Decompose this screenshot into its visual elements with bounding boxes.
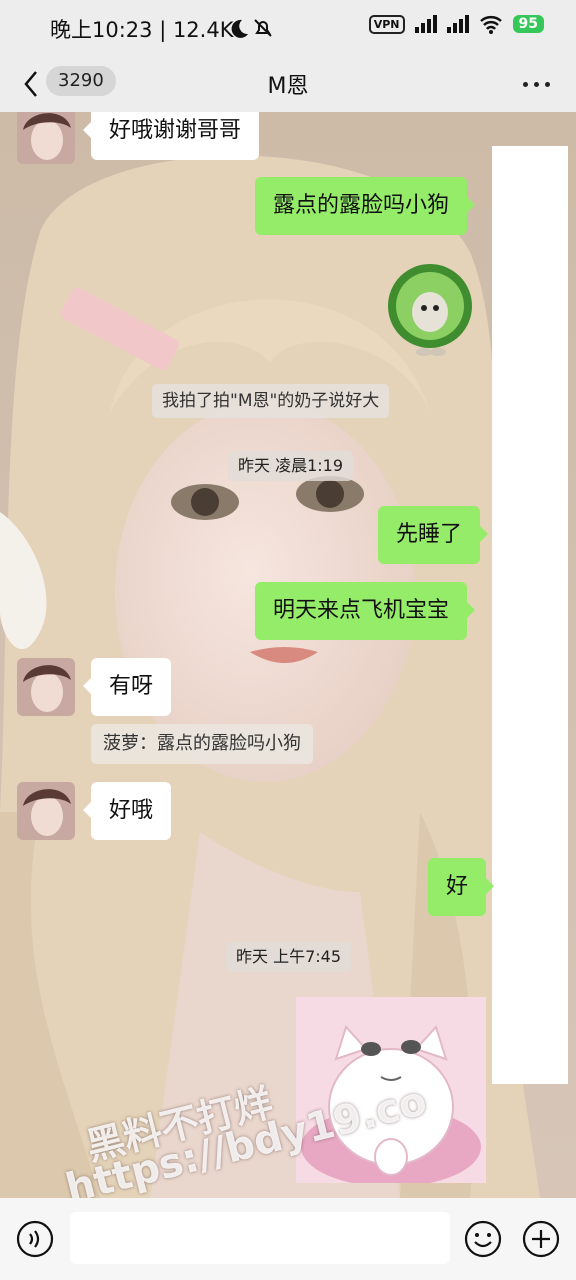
moon-icon [231, 19, 248, 38]
status-bar: 晚上10:23 | 12.4K VPN 95 [0, 0, 576, 56]
chat-area[interactable]: 好哦谢谢哥哥 露点的露脸吗小狗 我拍了拍"M恩"的奶子说好大 昨天 凌晨1:19… [0, 112, 576, 1198]
message-bubble[interactable]: 好哦 [82, 782, 172, 840]
voice-icon[interactable] [16, 1220, 54, 1258]
image-overlay-panel [492, 146, 568, 1084]
message-bubble[interactable]: 好 [428, 858, 495, 916]
message-bubble[interactable]: 明天来点飞机宝宝 [255, 582, 476, 640]
message-bubble[interactable]: 先睡了 [378, 506, 489, 564]
plus-icon[interactable] [522, 1220, 560, 1258]
battery-badge: 95 [512, 15, 544, 33]
avatar[interactable] [17, 782, 75, 840]
quoted-message[interactable]: 菠萝：露点的露脸吗小狗 [91, 724, 313, 764]
signal-icon [414, 15, 437, 33]
message-bubble[interactable]: 露点的露脸吗小狗 [255, 177, 476, 235]
more-icon[interactable] [523, 82, 550, 87]
chat-wallpaper [0, 112, 576, 1198]
avatar[interactable] [17, 658, 75, 716]
chat-title: M恩 [267, 74, 309, 99]
message-input[interactable] [70, 1212, 450, 1264]
input-bar [0, 1198, 576, 1280]
message-bubble[interactable]: 好哦谢谢哥哥 [82, 112, 260, 160]
signal-icon-2 [446, 15, 469, 33]
timestamp: 昨天 凌晨1:19 [228, 451, 354, 481]
emoji-icon[interactable] [464, 1220, 502, 1258]
chat-header: 3290 M恩 [0, 56, 576, 112]
avatar[interactable] [17, 112, 75, 164]
wifi-icon [479, 16, 502, 34]
system-notice: 我拍了拍"M恩"的奶子说好大 [152, 384, 390, 418]
watermelon-cat-sticker[interactable] [384, 262, 476, 358]
message-bubble[interactable]: 有呀 [82, 658, 172, 716]
vpn-badge: VPN [368, 14, 405, 34]
timestamp: 昨天 上午7:45 [226, 942, 352, 972]
mute-bell-icon [254, 19, 272, 37]
status-time: 晚上10:23 | 12.4K [50, 18, 234, 42]
